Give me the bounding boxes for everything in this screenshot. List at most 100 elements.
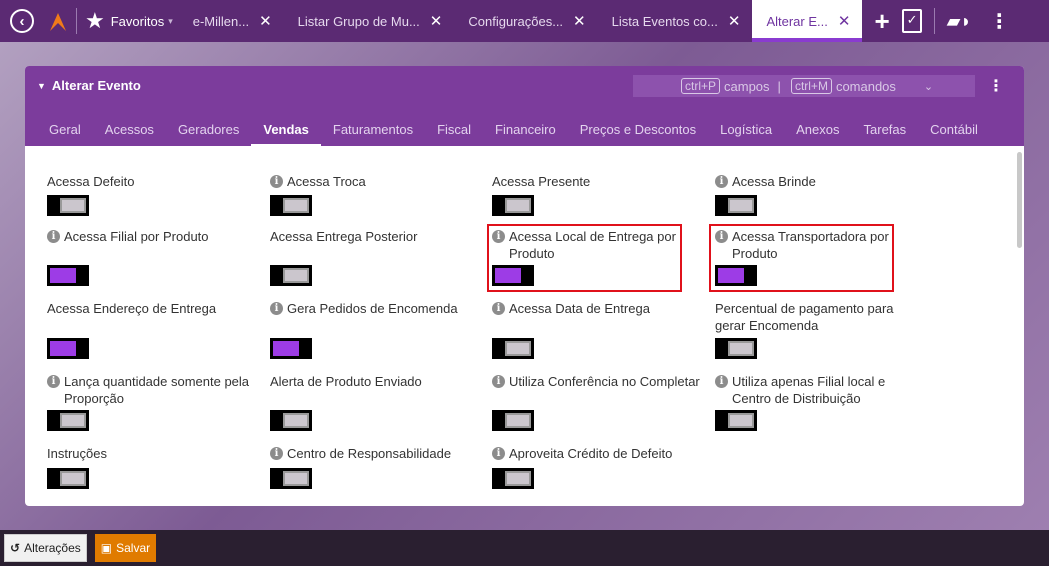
- field-label-text: Utiliza Conferência no Completar: [509, 374, 700, 389]
- field-label-text: Alerta de Produto Enviado: [270, 374, 422, 389]
- tab-faturamentos[interactable]: Faturamentos: [321, 122, 425, 147]
- info-icon[interactable]: i: [492, 375, 505, 388]
- tab-cont-bil[interactable]: Contábil: [918, 122, 990, 147]
- info-icon[interactable]: i: [492, 302, 505, 315]
- tab-tarefas[interactable]: Tarefas: [852, 122, 919, 147]
- highlight-box: [709, 224, 894, 292]
- toggle-switch[interactable]: [270, 265, 312, 286]
- info-icon[interactable]: i: [715, 375, 728, 388]
- section-tabs: Geral Acessos Geradores Vendas Faturamentos F…: [25, 122, 990, 147]
- toggle-switch[interactable]: [47, 468, 89, 489]
- toggle-switch[interactable]: [270, 410, 312, 431]
- info-icon[interactable]: i: [270, 175, 283, 188]
- toggle-switch[interactable]: [492, 410, 534, 431]
- field-lanca-quantidade-somente-pela-proporcao: i Lança quantidade somente pela Proporção: [47, 373, 257, 407]
- app-logo: [48, 9, 68, 33]
- tab-anexos[interactable]: Anexos: [784, 122, 851, 147]
- toggle-switch[interactable]: [492, 468, 534, 489]
- toggle-switch[interactable]: [492, 338, 534, 359]
- back-icon[interactable]: ‹: [10, 9, 34, 33]
- toggle-switch[interactable]: [270, 195, 312, 216]
- favorites-label: Favoritos: [110, 13, 165, 29]
- field-label-text: Centro de Responsabilidade: [287, 446, 452, 461]
- field-aproveita-credito-de-defeito: i Aproveita Crédito de Defeito: [492, 445, 702, 462]
- info-icon[interactable]: i: [270, 447, 283, 460]
- toggle-switch[interactable]: [47, 195, 89, 216]
- tab-geral[interactable]: Geral: [25, 122, 93, 147]
- tab-label: Lista Eventos co...: [611, 13, 718, 29]
- scrollbar[interactable]: [1017, 152, 1022, 248]
- toggle-track: [283, 413, 309, 428]
- tab-alterar-evento[interactable]: Alterar E... ✕: [752, 0, 863, 42]
- clipboard-icon[interactable]: [901, 9, 922, 33]
- tab-configuracoes[interactable]: Configurações... ✕: [454, 0, 597, 42]
- field-label-text: Aproveita Crédito de Defeito: [509, 446, 673, 461]
- info-icon[interactable]: i: [47, 230, 60, 243]
- toggle-switch[interactable]: [715, 195, 757, 216]
- toggle-switch[interactable]: [715, 338, 757, 359]
- panel-title[interactable]: ▼ Alterar Evento: [37, 78, 141, 93]
- tab-pre-os-e-descontos[interactable]: Preços e Descontos: [568, 122, 708, 147]
- info-icon[interactable]: i: [270, 302, 283, 315]
- toggle-track: [60, 413, 86, 428]
- info-icon[interactable]: i: [715, 175, 728, 188]
- favorites-menu[interactable]: ★ Favoritos ▾: [85, 8, 173, 34]
- tab-label: Alterar E...: [766, 13, 828, 29]
- field-label: i Aproveita Crédito de Defeito: [492, 445, 702, 462]
- toggle-track: [505, 341, 531, 356]
- shortcut-bar[interactable]: ctrl+P campos | ctrl+M comandos ⌄: [633, 75, 975, 97]
- field-label: i Acessa Brinde: [715, 173, 925, 190]
- close-icon[interactable]: ✕: [728, 12, 741, 30]
- panel-more-icon[interactable]: ⋮: [988, 76, 1004, 96]
- tab-e-millennium[interactable]: e-Millen... ✕: [179, 0, 284, 42]
- close-icon[interactable]: ✕: [838, 12, 851, 30]
- field-label-text: Lança quantidade somente pela Proporção: [64, 374, 250, 406]
- panel-header: ▼ Alterar Evento ctrl+P campos | ctrl+M …: [25, 66, 1024, 147]
- field-label-text: Acessa Defeito: [47, 174, 135, 189]
- toggle-switch[interactable]: [47, 338, 89, 359]
- tab-log-stica[interactable]: Logística: [708, 122, 784, 147]
- tab-acessos[interactable]: Acessos: [93, 122, 166, 147]
- separator: |: [777, 78, 781, 94]
- changes-button[interactable]: ↺ Alterações: [4, 534, 87, 562]
- toggle-track: [505, 471, 531, 486]
- toggle-switch[interactable]: [270, 468, 312, 489]
- toggle-switch[interactable]: [270, 338, 312, 359]
- tab-listar-grupo[interactable]: Listar Grupo de Mu... ✕: [284, 0, 455, 42]
- tab-label: Configurações...: [468, 13, 564, 29]
- close-icon[interactable]: ✕: [430, 12, 443, 30]
- chat-icon[interactable]: ▰◗: [947, 11, 972, 32]
- commands-shortcut-label: comandos: [835, 78, 896, 94]
- tab-label: Listar Grupo de Mu...: [297, 13, 420, 29]
- save-button[interactable]: ▣ Salvar: [94, 534, 157, 562]
- field-label: i Gera Pedidos de Encomenda: [270, 300, 480, 317]
- toggle-switch[interactable]: [47, 410, 89, 431]
- tab-lista-eventos[interactable]: Lista Eventos co... ✕: [598, 0, 753, 42]
- tab-vendas[interactable]: Vendas: [251, 122, 321, 147]
- chevron-down-icon[interactable]: ⌄: [924, 80, 933, 93]
- field-utiliza-conferencia-no-completar: i Utiliza Conferência no Completar: [492, 373, 702, 390]
- field-acessa-endereco-de-entrega: Acessa Endereço de Entrega: [47, 300, 257, 317]
- more-icon[interactable]: ⋮: [989, 9, 1009, 34]
- field-label: i Acessa Data de Entrega: [492, 300, 702, 317]
- field-acessa-data-de-entrega: i Acessa Data de Entrega: [492, 300, 702, 317]
- toggle-switch[interactable]: [492, 195, 534, 216]
- field-label-text: Utiliza apenas Filial local e Centro de …: [732, 374, 886, 406]
- collapse-icon[interactable]: ▼: [37, 81, 46, 91]
- field-utiliza-apenas-filial-local-e-centro-de-distribuicao: i Utiliza apenas Filial local e Centro de…: [715, 373, 925, 407]
- close-icon[interactable]: ✕: [259, 12, 272, 30]
- info-icon[interactable]: i: [492, 447, 505, 460]
- info-icon[interactable]: i: [47, 375, 60, 388]
- tab-geradores[interactable]: Geradores: [166, 122, 251, 147]
- field-label-text: Acessa Brinde: [732, 174, 816, 189]
- toggle-switch[interactable]: [47, 265, 89, 286]
- field-label-text: Acessa Entrega Posterior: [270, 229, 418, 244]
- plus-icon[interactable]: +: [874, 6, 889, 37]
- tab-financeiro[interactable]: Financeiro: [483, 122, 568, 147]
- field-label: Acessa Endereço de Entrega: [47, 300, 257, 317]
- toggle-switch[interactable]: [715, 410, 757, 431]
- close-icon[interactable]: ✕: [573, 12, 586, 30]
- toggle-track: [728, 341, 754, 356]
- tab-fiscal[interactable]: Fiscal: [425, 122, 483, 147]
- toggle-track: [50, 268, 76, 283]
